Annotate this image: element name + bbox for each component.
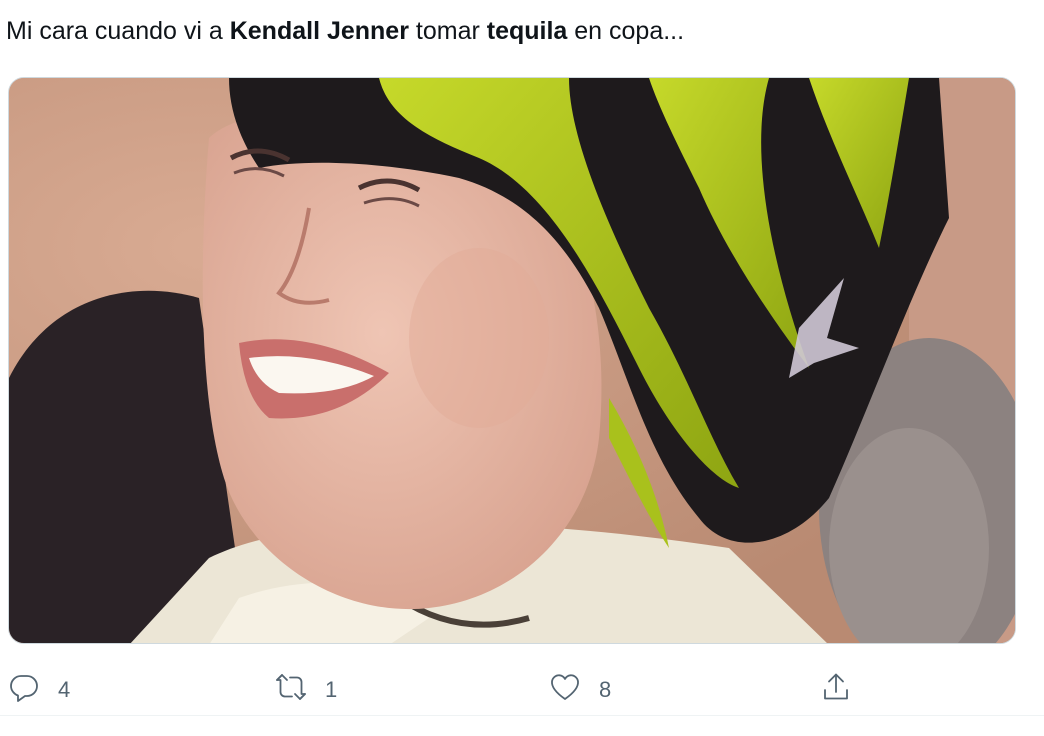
tweet-text-bold: Kendall Jenner <box>229 17 409 45</box>
share-icon <box>820 671 852 709</box>
heart-icon <box>549 671 581 709</box>
like-button[interactable]: 8 <box>549 668 611 712</box>
share-button[interactable] <box>820 668 852 712</box>
like-count: 8 <box>599 677 612 702</box>
tweet-text-part: tomar <box>408 17 487 45</box>
photo-illustration <box>9 78 1015 643</box>
tweet-text-part: Mi cara cuando vi a <box>6 17 230 45</box>
retweet-button[interactable]: 1 <box>275 668 337 712</box>
tweet-text-bold: tequila <box>486 17 568 45</box>
divider <box>0 715 1044 716</box>
reply-count: 4 <box>58 677 71 702</box>
tweet-text-part: en copa... <box>567 17 685 45</box>
retweet-icon <box>275 671 307 709</box>
retweet-count: 1 <box>325 677 338 702</box>
reply-icon <box>8 671 40 709</box>
reply-button[interactable]: 4 <box>8 668 70 712</box>
tweet-media-photo[interactable] <box>8 77 1016 644</box>
tweet-text: Mi cara cuando vi a Kendall Jenner tomar… <box>6 14 684 48</box>
tweet-actions: 4 1 8 <box>0 668 1044 716</box>
